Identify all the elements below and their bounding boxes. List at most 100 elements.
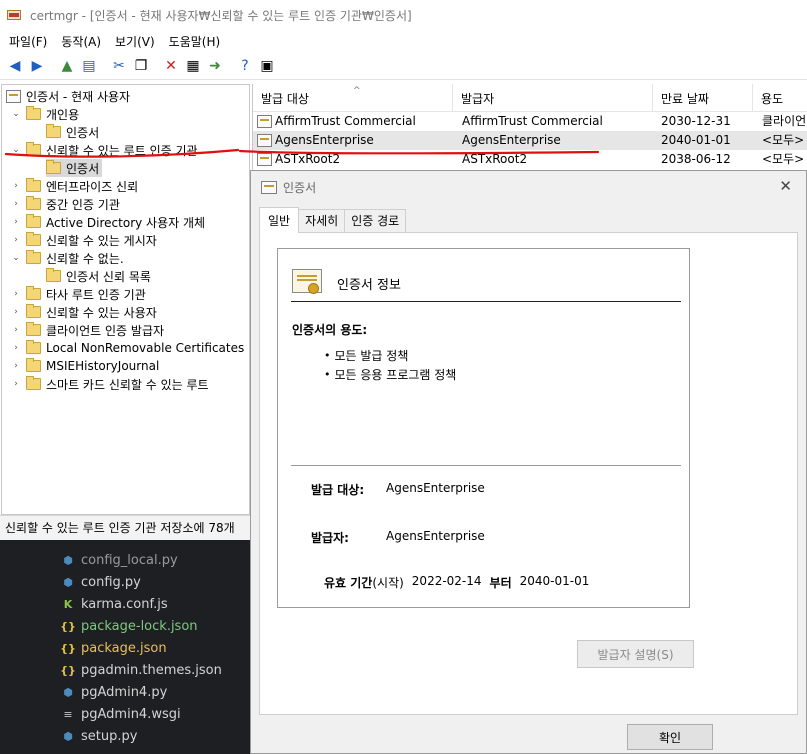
validity-label: 유효 기간(시작) [324, 576, 404, 590]
toolbar-separator [100, 55, 108, 77]
tree-node[interactable]: › 클라이언트 인증 발급자 [10, 321, 164, 339]
tree-root[interactable]: 인증서 - 현재 사용자 [6, 87, 130, 105]
tree-node[interactable]: › 엔터프라이즈 신뢰 [10, 177, 138, 195]
help-icon[interactable]: ? [234, 55, 256, 77]
tree-node-label: 신뢰할 수 없는. [46, 251, 124, 266]
tree-node[interactable]: ⌄ 개인용 [10, 105, 79, 123]
menu-help[interactable]: 도움말(H) [162, 33, 228, 50]
table-row[interactable]: AgensEnterprise AgensEnterprise 2040-01-01… [253, 131, 807, 150]
column-header-issuer[interactable]: 발급자 [453, 84, 653, 112]
certificate-icon [257, 134, 272, 147]
menu-action[interactable]: 동작(A) [54, 33, 108, 50]
tree-node-label: 인증서 [66, 125, 100, 140]
delete-icon[interactable]: ✕ [160, 55, 182, 77]
tree-node[interactable]: ⌄ 신뢰할 수 있는 루트 인증 기관 [10, 141, 198, 159]
chevron-right-icon[interactable]: › [10, 181, 22, 191]
back-arrow-icon[interactable]: ◀ [4, 55, 26, 77]
chevron-right-icon[interactable]: › [10, 361, 22, 371]
chevron-right-icon[interactable]: › [10, 307, 22, 317]
tree-node-label: 인증서 신뢰 목록 [66, 269, 151, 284]
properties-icon[interactable]: ▦ [182, 55, 204, 77]
cell-subject: ASTxRoot2 [257, 150, 340, 169]
tab-general[interactable]: 일반 [259, 207, 300, 233]
column-header-purpose[interactable]: 용도 [753, 84, 807, 112]
file-item[interactable]: ⬢ config_local.py [60, 549, 178, 571]
folder-icon [46, 124, 61, 138]
tree-node[interactable]: › Local NonRemovable Certificates [10, 339, 244, 357]
up-folder-icon[interactable]: ▲ [56, 55, 78, 77]
bullet-icon: • [324, 349, 331, 362]
tree-node[interactable]: › MSIEHistoryJournal [10, 357, 159, 375]
tree-node[interactable]: 인증서 [46, 123, 99, 141]
tree-node[interactable]: › 신뢰할 수 있는 게시자 [10, 231, 157, 249]
file-item[interactable]: ≡ pgAdmin4.wsgi [60, 703, 180, 725]
tree-node-label: Active Directory 사용자 개체 [46, 215, 206, 230]
table-row[interactable]: ASTxRoot2 ASTxRoot2 2038-06-12 <모두> [253, 150, 807, 169]
folder-icon [26, 376, 41, 390]
cell-expiry: 2030-12-31 [661, 114, 731, 128]
forward-arrow-icon[interactable]: ▶ [26, 55, 48, 77]
copy-icon[interactable]: ❐ [130, 55, 152, 77]
cert-store-icon [6, 89, 21, 103]
tree-node[interactable]: › Active Directory 사용자 개체 [10, 213, 205, 231]
chevron-right-icon[interactable]: › [10, 217, 22, 227]
file-name: package.json [81, 640, 167, 656]
cut-icon[interactable]: ✂ [108, 55, 130, 77]
chevron-right-icon[interactable]: › [10, 289, 22, 299]
tree-node[interactable]: › 중간 인증 기관 [10, 195, 120, 213]
column-header-expiry[interactable]: 만료 날짜 [653, 84, 753, 112]
table-row[interactable]: AffirmTrust Commercial AffirmTrust Commer… [253, 112, 807, 131]
file-item[interactable]: Kkarma.conf.js [60, 593, 168, 615]
py-file-icon: ⬢ [63, 553, 73, 567]
file-item[interactable]: ⬢ pgAdmin4.py [60, 681, 167, 703]
json-file-icon: {} [60, 641, 76, 655]
close-icon[interactable]: ✕ [779, 177, 792, 195]
tree-node-label: 개인용 [46, 107, 80, 122]
tree-node[interactable]: 인증서 신뢰 목록 [46, 267, 151, 285]
cell-subject: AffirmTrust Commercial [257, 112, 416, 131]
show-hide-tree-icon[interactable]: ▤ [78, 55, 100, 77]
chevron-right-icon[interactable]: › [10, 235, 22, 245]
tree-node[interactable]: ⌄ 신뢰할 수 없는. [10, 249, 124, 267]
bullet-icon: • [324, 368, 331, 381]
chevron-right-icon[interactable]: › [10, 343, 22, 353]
tree-node[interactable]: › 타사 루트 인증 기관 [10, 285, 146, 303]
ok-button[interactable]: 확인 [627, 724, 713, 750]
cell-subject: AgensEnterprise [257, 131, 374, 150]
file-item[interactable]: {} package.json [60, 637, 167, 659]
tab-details[interactable]: 자세히 [298, 209, 346, 233]
tree-node[interactable]: › 스마트 카드 신뢰할 수 있는 루트 [10, 375, 209, 393]
editor-file-explorer: ⬢ config_local.py ⬢ config.py Kkarma.conf.js… [0, 540, 250, 754]
column-header-subject[interactable]: 발급 대상 [253, 84, 453, 112]
folder-icon [26, 178, 41, 192]
general-tab-panel: 인증서 정보 인증서의 용도: • 모든 발급 정책 • 모든 응용 프로그램 … [259, 232, 798, 715]
menu-file[interactable]: 파일(F) [2, 33, 54, 50]
list-header: ^ 발급 대상 발급자 만료 날짜 용도 [253, 84, 807, 112]
menu-view[interactable]: 보기(V) [108, 33, 162, 50]
file-name: config_local.py [81, 552, 178, 568]
issued-to-label: 발급 대상: [311, 483, 365, 497]
chevron-down-icon[interactable]: ⌄ [10, 253, 22, 263]
chevron-down-icon[interactable]: ⌄ [10, 145, 22, 155]
folder-icon [26, 340, 41, 354]
json-file-icon: {} [60, 663, 76, 677]
cell-issuer: ASTxRoot2 [462, 152, 528, 166]
file-item[interactable]: {} pgadmin.themes.json [60, 659, 222, 681]
chevron-right-icon[interactable]: › [10, 325, 22, 335]
tab-certification-path[interactable]: 인증 경로 [344, 209, 407, 233]
tree-node-label: 인증서 [66, 161, 100, 176]
file-item[interactable]: {} package-lock.json [60, 615, 197, 637]
chevron-down-icon[interactable]: ⌄ [10, 109, 22, 119]
tree-node[interactable]: › 신뢰할 수 있는 사용자 [10, 303, 157, 321]
certificate-info-box: 인증서 정보 인증서의 용도: • 모든 발급 정책 • 모든 응용 프로그램 … [277, 248, 690, 608]
issuer-statement-button[interactable]: 발급자 설명(S) [577, 640, 694, 668]
tree-node[interactable]: 인증서 [46, 159, 103, 177]
divider [291, 301, 681, 302]
export-icon[interactable]: ➜ [204, 55, 226, 77]
chevron-right-icon[interactable]: › [10, 379, 22, 389]
chevron-right-icon[interactable]: › [10, 199, 22, 209]
tree-node-label: 신뢰할 수 있는 루트 인증 기관 [46, 143, 198, 158]
file-item[interactable]: ⬢ config.py [60, 571, 141, 593]
file-item[interactable]: ⬢ setup.py [60, 725, 137, 747]
console-icon[interactable]: ▣ [256, 55, 278, 77]
